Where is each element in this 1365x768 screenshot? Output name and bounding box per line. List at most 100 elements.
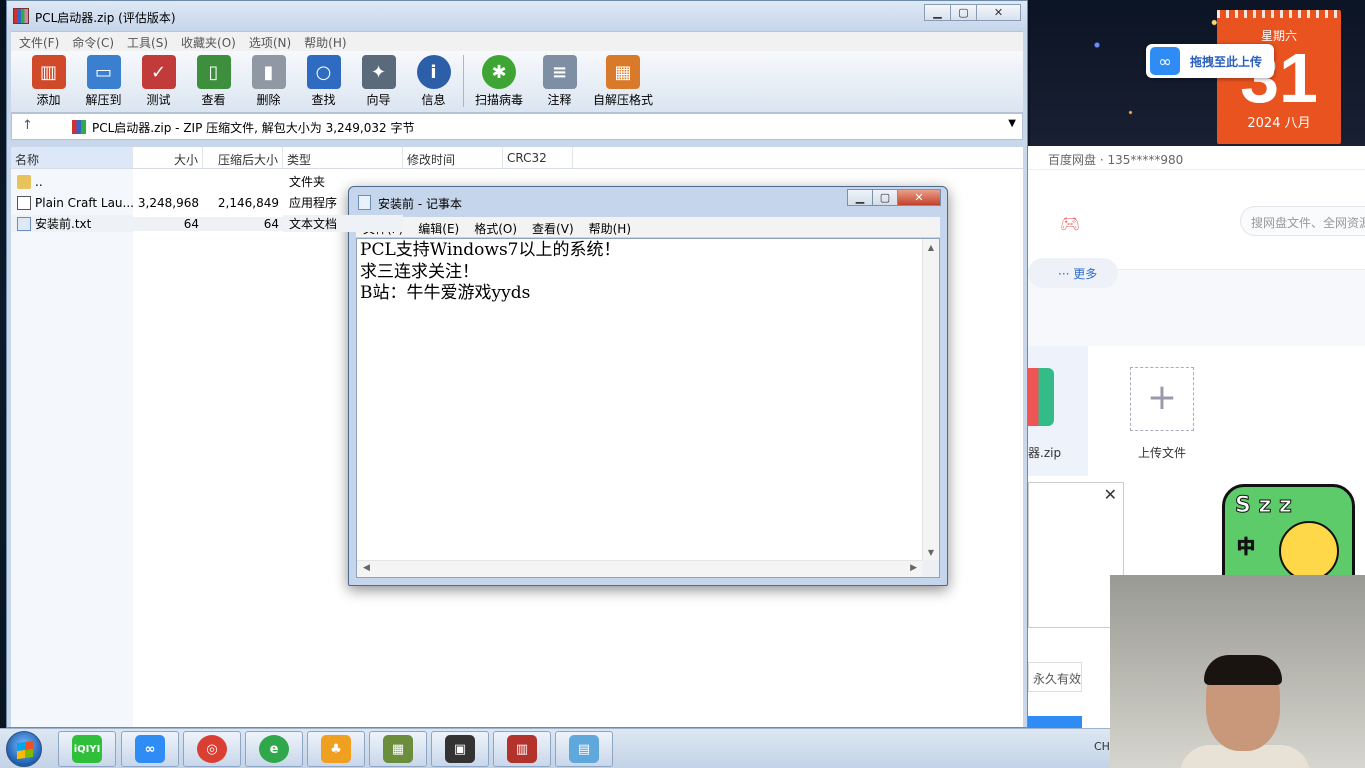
sfx-button[interactable]: ▦ 自解压格式 (587, 55, 659, 108)
taskbar-chrome[interactable]: ◎ (183, 731, 241, 767)
taskbar-minecraft[interactable]: ▦ (369, 731, 427, 767)
winrar-menubar: 文件(F) 命令(C) 工具(S) 收藏夹(O) 选项(N) 帮助(H) (11, 31, 1023, 51)
sfx-label: 自解压格式 (592, 93, 653, 107)
add-button[interactable]: ▥ 添加 (21, 55, 76, 108)
table-row[interactable]: Plain Craft Lau... 3,248,968 2,146,849 应… (11, 192, 1023, 213)
comment-label: 注释 (547, 93, 572, 107)
test-button[interactable]: ✓ 测试 (131, 55, 186, 108)
info-button[interactable]: i 信息 (406, 55, 461, 108)
winrar-books-icon: ▥ (507, 735, 537, 763)
open-book-icon: ▯ (196, 55, 231, 89)
scroll-down-icon[interactable]: ▼ (923, 544, 939, 561)
extract-to-label: 解压到 (85, 93, 122, 107)
chevron-down-icon[interactable]: ▼ (1008, 118, 1016, 129)
name-column-shade (11, 169, 133, 727)
winrar-titlebar[interactable]: PCL启动器.zip (评估版本) ▁ ▢ ✕ (7, 1, 1027, 31)
horizontal-scrollbar[interactable]: ◀ ▶ (357, 560, 923, 577)
file-size: 3,248,968 (137, 195, 199, 210)
table-row[interactable]: 安装前.txt 64 64 文本文档 (11, 213, 1023, 234)
zip-file-icon (1028, 368, 1054, 426)
scroll-left-icon[interactable]: ◀ (363, 563, 370, 575)
notepad-text-area[interactable]: PCL支持Windows7以上的系统！ 求三连求关注！ B站：牛牛爱游戏yyds… (356, 238, 940, 578)
vertical-scrollbar[interactable]: ▲ ▼ (922, 239, 939, 561)
input-language-indicator[interactable]: CH (1094, 740, 1110, 753)
webcam-person-hair (1204, 655, 1282, 685)
drag-upload-pill[interactable]: ∞ 拖拽至此上传 (1146, 44, 1274, 78)
winrar-toolbar: ▥ 添加 ▭ 解压到 ✓ 测试 ▯ 查看 ▮ 删除 ○ 查找 ✦ 向导 i 信息 ✱ 扫描病毒 ≡… (11, 51, 1023, 113)
archive-path-bar[interactable]: ↑ PCL启动器.zip - ZIP 压缩文件, 解包大小为 3,249,032… (11, 113, 1023, 140)
qq-penguin-icon: ♣ (321, 735, 351, 763)
col-modified[interactable]: 修改时间 (403, 147, 503, 168)
sticker-zh-text: 中 (1237, 537, 1256, 559)
resize-grip[interactable] (922, 560, 939, 577)
col-packed-size[interactable]: 压缩后大小 (203, 147, 283, 168)
table-row[interactable]: .. 文件夹 (11, 171, 1023, 192)
comment-button[interactable]: ≡ 注释 (532, 55, 587, 108)
find-button[interactable]: ○ 查找 (296, 55, 351, 108)
magnifier-icon: ○ (306, 55, 341, 89)
zip-file-tile[interactable]: 器.zip (1028, 346, 1088, 476)
file-packed-size: 2,146,849 (217, 195, 279, 210)
close-button[interactable]: ✕ (976, 4, 1021, 21)
ie-icon: e (259, 735, 289, 763)
clipboard-check-icon: ✓ (141, 55, 176, 89)
virus-scan-button[interactable]: ✱ 扫描病毒 (466, 55, 532, 108)
test-label: 测试 (146, 93, 171, 107)
menu-favorites[interactable]: 收藏夹(O) (181, 34, 236, 51)
sfx-box-icon: ▦ (606, 55, 640, 89)
upload-plus-button[interactable]: + (1130, 367, 1194, 431)
minimize-button[interactable]: ▁ (924, 4, 951, 21)
view-button[interactable]: ▯ 查看 (186, 55, 241, 108)
confirm-button[interactable] (1028, 716, 1082, 728)
col-crc32[interactable]: CRC32 (503, 147, 573, 168)
virus-scan-icon: ✱ (482, 55, 516, 89)
calendar-rings (1217, 10, 1341, 18)
taskbar-bilibili[interactable]: ▣ (431, 731, 489, 767)
up-arrow-icon[interactable]: ↑ (22, 118, 33, 133)
gamepad-icon[interactable]: 🎮︎ (1060, 214, 1080, 233)
scroll-up-icon[interactable]: ▲ (923, 239, 939, 256)
wizard-button[interactable]: ✦ 向导 (351, 55, 406, 108)
maximize-button[interactable]: ▢ (950, 4, 977, 21)
validity-select[interactable]: 永久有效 (1028, 662, 1082, 692)
webcam-overlay (1110, 575, 1365, 768)
menu-file[interactable]: 文件(F) (19, 34, 59, 51)
info-label: 信息 (421, 93, 446, 107)
col-type[interactable]: 类型 (283, 147, 403, 168)
folder-extract-icon: ▭ (86, 55, 121, 89)
archive-icon (72, 120, 86, 134)
info-icon: i (416, 55, 451, 89)
winrar-title: PCL启动器.zip (评估版本) (35, 11, 176, 25)
menu-help[interactable]: 帮助(H) (304, 34, 346, 51)
baidu-search-input[interactable]: 搜网盘文件、全网资源 (1240, 206, 1365, 236)
taskbar-winrar[interactable]: ▥ (493, 731, 551, 767)
close-icon[interactable]: ✕ (1104, 485, 1117, 504)
trash-icon: ▮ (251, 55, 286, 89)
calendar-year-month: 2024 八月 (1247, 116, 1311, 131)
baidu-netdisk-icon: ∞ (135, 735, 165, 763)
more-button[interactable]: ··· 更多 (1028, 258, 1118, 288)
taskbar-baidu-netdisk[interactable]: ∞ (121, 731, 179, 767)
notepad-content[interactable]: PCL支持Windows7以上的系统！ 求三连求关注！ B站：牛牛爱游戏yyds (360, 240, 621, 305)
menu-options[interactable]: 选项(N) (249, 34, 291, 51)
extract-to-button[interactable]: ▭ 解压到 (76, 55, 131, 108)
start-button[interactable] (6, 731, 42, 767)
delete-button[interactable]: ▮ 删除 (241, 55, 296, 108)
file-name: Plain Craft Lau... (35, 195, 133, 210)
col-name[interactable]: 名称 (11, 147, 133, 168)
taskbar-qq[interactable]: ♣ (307, 731, 365, 767)
menu-command[interactable]: 命令(C) (72, 34, 114, 51)
taskbar-ie[interactable]: e (245, 731, 303, 767)
windows-logo-icon (17, 740, 33, 760)
comment-icon: ≡ (542, 55, 577, 89)
taskbar-notepad[interactable]: ▤ (555, 731, 613, 767)
col-size[interactable]: 大小 (133, 147, 203, 168)
magic-wand-icon: ✦ (361, 55, 396, 89)
file-type: 文本文档 (283, 215, 403, 232)
archive-path-text: PCL启动器.zip - ZIP 压缩文件, 解包大小为 3,249,032 字… (92, 121, 415, 135)
menu-tools[interactable]: 工具(S) (127, 34, 168, 51)
scroll-right-icon[interactable]: ▶ (910, 563, 917, 575)
taskbar-iqiyi[interactable]: iQIYI (58, 731, 116, 767)
application-icon (17, 195, 31, 210)
minecraft-block-icon: ▦ (383, 735, 413, 763)
